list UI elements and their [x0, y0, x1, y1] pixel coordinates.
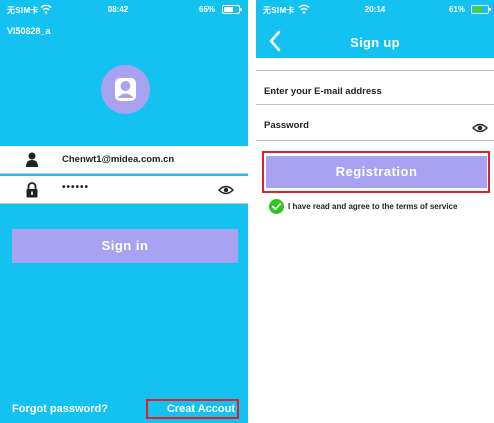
- clock-time: 20:14: [364, 5, 386, 14]
- clock-time: 08:42: [107, 5, 129, 14]
- registration-button[interactable]: Registration: [266, 156, 487, 188]
- user-avatar-icon: [101, 65, 150, 114]
- carrier-label: 无SIM卡: [263, 6, 295, 15]
- sign-in-button[interactable]: Sign in: [12, 229, 238, 263]
- terms-label: I have read and agree to the terms of se…: [288, 202, 458, 211]
- email-value: Chenwt1@midea.com.cn: [62, 154, 175, 165]
- battery-percent: 65%: [199, 5, 216, 14]
- password-input[interactable]: Password: [264, 120, 309, 131]
- battery-percent: 61%: [449, 5, 466, 14]
- email-input[interactable]: Enter your E-mail address: [264, 86, 382, 97]
- divider: [256, 104, 494, 105]
- sign-up-screen: 无SIM卡 20:14 61% Sign up Enter your E-mai…: [256, 0, 494, 423]
- battery-icon: [222, 5, 242, 14]
- sign-up-header: 无SIM卡 20:14 61% Sign up: [256, 0, 494, 58]
- wifi-icon: [298, 4, 310, 14]
- device-name: VI50828_a: [7, 26, 51, 36]
- status-bar: 无SIM卡 20:14 61%: [256, 0, 494, 20]
- sign-in-screen: 无SIM卡 08:42 65% VI50828_a Chenwt1@midea.…: [0, 0, 248, 423]
- wifi-icon: [40, 4, 52, 14]
- battery-icon: [471, 5, 491, 14]
- check-circle-icon[interactable]: [269, 199, 284, 214]
- create-account-link[interactable]: Creat Accout: [13, 403, 235, 415]
- eye-icon[interactable]: [218, 184, 234, 196]
- password-value: ••••••: [62, 182, 90, 193]
- person-icon: [26, 152, 38, 167]
- eye-icon[interactable]: [472, 122, 488, 134]
- page-title: Sign up: [350, 35, 400, 50]
- status-bar: 无SIM卡 08:42 65%: [0, 0, 248, 20]
- email-field[interactable]: Chenwt1@midea.com.cn: [0, 146, 248, 174]
- password-field[interactable]: ••••••: [0, 176, 248, 204]
- divider: [256, 70, 494, 71]
- lock-icon: [26, 182, 38, 198]
- carrier-label: 无SIM卡: [7, 6, 39, 15]
- divider: [256, 140, 494, 141]
